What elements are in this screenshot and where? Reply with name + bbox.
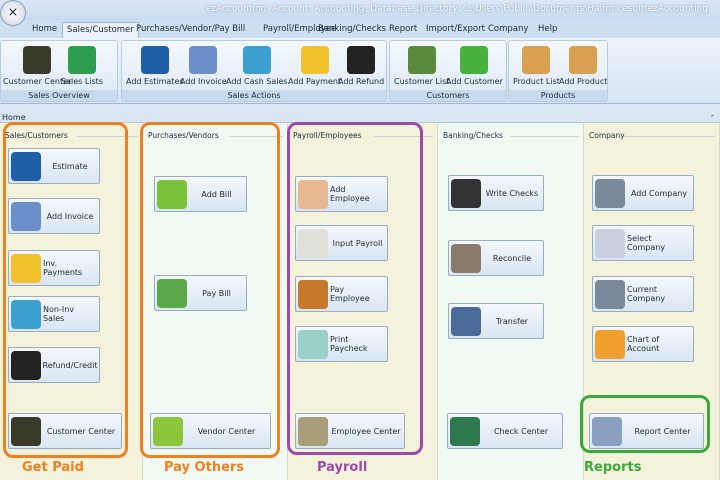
transfer-icon: [451, 307, 481, 336]
home-label: Home: [2, 113, 26, 122]
database-plus-icon: [595, 179, 625, 208]
tab-sales-customer[interactable]: Sales/Customer: [62, 22, 139, 38]
ribbon-group-label: Products: [509, 90, 607, 101]
folder-arrow-icon: [347, 46, 376, 74]
bank-icon: [451, 244, 481, 273]
button-label: Add Payment: [288, 77, 342, 86]
button-label: Product List: [513, 77, 560, 86]
button-label: Add Customer: [446, 77, 503, 86]
envelope-plus-icon: [300, 46, 329, 74]
reconcile-button[interactable]: Reconcile: [448, 240, 544, 276]
tab-help[interactable]: Help: [534, 22, 561, 38]
ribbon-group-products: Products Product List Add Product: [508, 40, 608, 102]
write-checks-button[interactable]: Write Checks: [448, 175, 544, 211]
button-label: Customer List: [394, 77, 450, 86]
ribbon: Sales Overview Customer Center Sales Lists…: [0, 38, 720, 104]
current-company-button[interactable]: Current Company: [592, 276, 694, 312]
add-payment-button[interactable]: Add Payment: [288, 44, 341, 86]
highlight-label: Reports: [584, 460, 642, 475]
select-company-button[interactable]: Select Company: [592, 225, 694, 261]
tab-home[interactable]: Home: [28, 22, 61, 38]
people-list-icon: [407, 46, 436, 74]
divider: [510, 136, 579, 137]
add-product-button[interactable]: Add Product: [559, 44, 607, 86]
app-logo-icon[interactable]: ⨯: [0, 0, 26, 26]
button-label: Select Company: [627, 234, 666, 252]
button-label: Check Center: [493, 426, 549, 436]
list-sheet-icon: [68, 46, 96, 74]
title-bar: ezAccounting, Account: Accounting, Datab…: [0, 0, 720, 20]
tab-company[interactable]: Company: [484, 22, 532, 38]
ribbon-group-label: Sales Overview: [1, 90, 117, 101]
add-company-button[interactable]: Add Company: [592, 175, 694, 211]
folder-icon: [595, 330, 625, 359]
tab-purchases-vendor-pay-bill[interactable]: Purchases/Vendor/Pay Bill: [132, 22, 249, 38]
add-estimates-button[interactable]: Add Estimates: [126, 44, 184, 86]
invoice-icon: [189, 46, 218, 74]
button-label: Chart of Account: [627, 335, 660, 353]
credit-card-dollar-icon: [242, 46, 271, 74]
button-label: Add Product: [559, 77, 608, 86]
transfer-button[interactable]: Transfer: [448, 303, 544, 339]
checkbook-icon: [450, 417, 480, 446]
highlight-box: [580, 395, 710, 453]
button-label: Current Company: [627, 285, 666, 303]
divider: [624, 136, 715, 137]
ribbon-group-label: Customers: [390, 90, 506, 101]
button-label: Add Estimates: [126, 77, 184, 86]
button-label: Reconcile: [492, 253, 532, 263]
clock-icon: [140, 46, 169, 74]
minimize-button[interactable]: -: [711, 111, 714, 121]
customer-folder-icon: [23, 46, 52, 74]
ribbon-group-label: Sales Actions: [122, 90, 386, 101]
button-label: Add Invoice: [180, 77, 227, 86]
box-plus-icon: [569, 46, 598, 74]
chart-of-account-button[interactable]: Chart of Account: [592, 326, 694, 362]
tab-report[interactable]: Report: [385, 22, 421, 38]
tab-import-export[interactable]: Import/Export: [422, 22, 489, 38]
ribbon-group-sales-actions: Sales Actions Add Estimates Add Invoice Add…: [121, 40, 387, 102]
ribbon-group-customers: Customers Customer List Add Customer: [389, 40, 507, 102]
button-label: Transfer: [495, 316, 529, 326]
check-write-icon: [451, 179, 481, 208]
add-refund-button[interactable]: Add Refund: [338, 44, 384, 86]
highlight-box: [3, 122, 128, 458]
check-center-button[interactable]: Check Center: [447, 413, 563, 449]
highlight-box: [287, 122, 423, 455]
document-icon: [595, 229, 625, 258]
add-person-icon: [460, 46, 489, 74]
column-title: Company: [589, 131, 625, 140]
sales-lists-button[interactable]: Sales Lists: [61, 44, 103, 86]
highlight-label: Pay Others: [164, 460, 245, 475]
highlight-label: Payroll: [317, 460, 368, 475]
button-label: Write Checks: [485, 188, 539, 198]
column-title: Banking/Checks: [443, 131, 503, 140]
add-customer-button[interactable]: Add Customer: [446, 44, 503, 86]
highlight-box: [140, 122, 280, 458]
house-icon: [595, 280, 625, 309]
add-invoice-button[interactable]: Add Invoice: [180, 44, 227, 86]
button-label: Add Refund: [338, 77, 385, 86]
highlight-label: Get Paid: [22, 460, 84, 475]
ribbon-tabs: Home Sales/Customer Purchases/Vendor/Pay B…: [0, 20, 720, 38]
product-list-button[interactable]: Product List: [513, 44, 560, 86]
window-title: ezAccounting, Account: Accounting, Datab…: [205, 4, 708, 14]
button-label: Add Company: [630, 188, 688, 198]
customer-list-button[interactable]: Customer List: [394, 44, 449, 86]
tab-banking-checks[interactable]: Banking/Checks: [314, 22, 390, 38]
ribbon-group-sales-overview: Sales Overview Customer Center Sales Lists: [0, 40, 118, 102]
button-label: Sales Lists: [61, 77, 103, 86]
add-cash-sales-button[interactable]: Add Cash Sales: [226, 44, 288, 86]
button-label: Add Cash Sales: [226, 77, 288, 86]
box-icon: [522, 46, 551, 74]
